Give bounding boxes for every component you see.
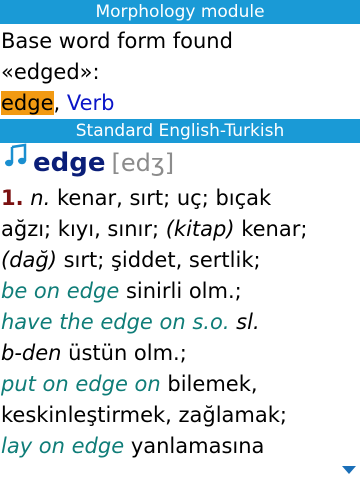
note-icon[interactable] [3,143,29,183]
dictionary-entry: 1. n. kenar, sırt; uç; bıçak ağzı; kıyı,… [0,181,360,462]
entry-line: keskinleştirmek, zağlamak; [0,400,360,431]
phrase-link[interactable]: lay on edge [1,434,124,458]
dictionary-header: Standard English-Turkish [0,119,360,143]
entry-text: keskinleştirmek, zağlamak; [1,403,287,427]
morphology-message-line2: «edged»: [1,60,100,84]
morphology-header: Morphology module [0,0,360,24]
entry-line: (dağ) sırt; şiddet, sertlik; [0,245,360,276]
entry-line: be on edge sinirli olm.; [0,276,360,307]
entry-text: bilemek, [160,372,258,396]
entry-line: 1. n. kenar, sırt; uç; bıçak [0,183,360,214]
entry-text: kenar; [234,217,308,241]
pos-label: n. [30,186,51,210]
base-word-link[interactable]: edge [1,91,54,115]
transcription: [edʒ] [111,149,175,177]
entry-line: lay on edge yanlamasına [0,431,360,462]
entry-text: üstün olm.; [61,341,187,365]
headword-row: edge [edʒ] [0,143,360,181]
sense-number: 1. [1,186,24,210]
base-form-row: edge, Verb [0,88,360,119]
domain-label: (kitap) [165,217,235,241]
morphology-panel: Base word form found «edged»: edge, Verb [0,24,360,119]
scroll-down-arrow-icon[interactable] [342,466,356,474]
domain-label: (dağ) [1,248,57,272]
entry-text: sinirli olm.; [119,279,242,303]
entry-text: sırt; şiddet, sertlik; [56,248,261,272]
phrase-link[interactable]: have the edge on s.o. [1,310,230,334]
phrase-link[interactable]: be on edge [1,279,119,303]
entry-text: yanlamasına [124,434,265,458]
usage-label: b-den [1,341,62,365]
separator: , [53,91,67,115]
morphology-message-line1: Base word form found [1,29,233,53]
headword: edge [33,148,106,178]
entry-line: put on edge on bilemek, [0,369,360,400]
phrase-link[interactable]: put on edge on [1,372,161,396]
entry-text: kenar, sırt; uç; bıçak [50,186,272,210]
style-label: sl. [229,310,260,334]
entry-line: ağzı; kıyı, sınır; (kitap) kenar; [0,214,360,245]
entry-text: ağzı; kıyı, sınır; [1,217,166,241]
entry-line: b-den üstün olm.; [0,338,360,369]
entry-line: have the edge on s.o. sl. [0,307,360,338]
part-of-speech-link[interactable]: Verb [67,91,115,115]
